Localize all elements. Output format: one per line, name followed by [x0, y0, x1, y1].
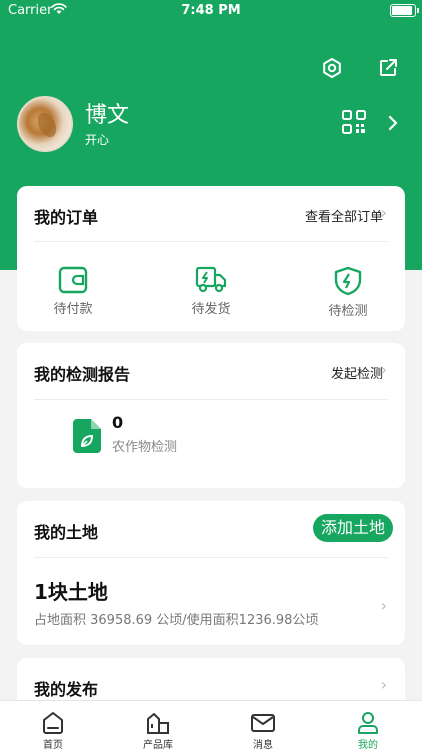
order-pending-inspection[interactable]: 待检测: [303, 266, 393, 319]
land-card: 我的土地 添加土地 1块土地 占地面积 36958.69 公顷/使用面积1236…: [17, 501, 405, 645]
chevron-right-icon: ›: [380, 675, 387, 694]
person-icon: [358, 712, 378, 734]
tab-messages[interactable]: 消息: [233, 711, 293, 750]
home-icon: [43, 712, 63, 734]
reports-card: 我的检测报告 发起检测 › 0 农作物检测: [17, 343, 405, 488]
document-leaf-icon: [73, 419, 101, 453]
order-label: 待检测: [328, 304, 368, 319]
chevron-right-icon: ›: [380, 203, 387, 222]
orders-title: 我的订单: [34, 208, 99, 227]
status-bar: Carrier 7:48 PM: [0, 0, 422, 22]
divider: [34, 399, 388, 400]
report-count: 0: [112, 413, 124, 432]
chevron-right-icon: ›: [380, 360, 387, 379]
start-inspection-link[interactable]: 发起检测: [331, 363, 383, 382]
order-label: 待付款: [53, 302, 93, 317]
tab-mine[interactable]: 我的: [338, 711, 398, 750]
tab-product-library[interactable]: 产品库: [128, 711, 188, 750]
reports-title: 我的检测报告: [34, 365, 131, 384]
tab-label: 消息: [253, 740, 273, 750]
mail-icon: [251, 714, 275, 732]
wallet-icon: [58, 266, 88, 294]
battery-icon: [390, 4, 419, 17]
tab-label: 我的: [358, 740, 378, 750]
tab-home[interactable]: 首页: [23, 711, 83, 750]
profile-subtitle: 开心: [85, 133, 110, 147]
land-area-detail: 占地面积 36958.69 公顷/使用面积1236.98公顷: [34, 613, 319, 628]
divider: [34, 241, 388, 242]
land-count[interactable]: 1块土地: [34, 576, 108, 605]
land-title: 我的土地: [34, 523, 99, 542]
tab-label: 首页: [43, 740, 63, 750]
share-icon[interactable]: [376, 56, 400, 80]
clock: 7:48 PM: [181, 3, 241, 18]
tab-bar: 首页 产品库 消息 我的: [0, 700, 422, 750]
orders-card: 我的订单 查看全部订单 › 待付款 待发货 待检测: [17, 186, 405, 331]
shield-bolt-icon: [334, 266, 362, 296]
truck-icon: [195, 266, 227, 293]
profile-chevron-right-icon[interactable]: [386, 114, 400, 132]
report-type-label: 农作物检测: [112, 440, 178, 455]
view-all-orders-link[interactable]: 查看全部订单: [305, 206, 383, 225]
chevron-right-icon[interactable]: ›: [381, 596, 387, 615]
profile-name: 博文: [85, 103, 130, 128]
qr-code-icon[interactable]: [341, 109, 367, 135]
publish-title: 我的发布: [34, 680, 99, 699]
divider: [34, 557, 388, 558]
order-pending-shipment[interactable]: 待发货: [166, 266, 256, 317]
add-land-button[interactable]: 添加土地: [312, 514, 393, 542]
tab-label: 产品库: [143, 740, 173, 750]
settings-icon[interactable]: [320, 56, 344, 80]
avatar[interactable]: [17, 96, 73, 152]
product-library-icon: [147, 713, 169, 734]
order-pending-payment[interactable]: 待付款: [28, 266, 118, 317]
order-label: 待发货: [191, 302, 231, 317]
